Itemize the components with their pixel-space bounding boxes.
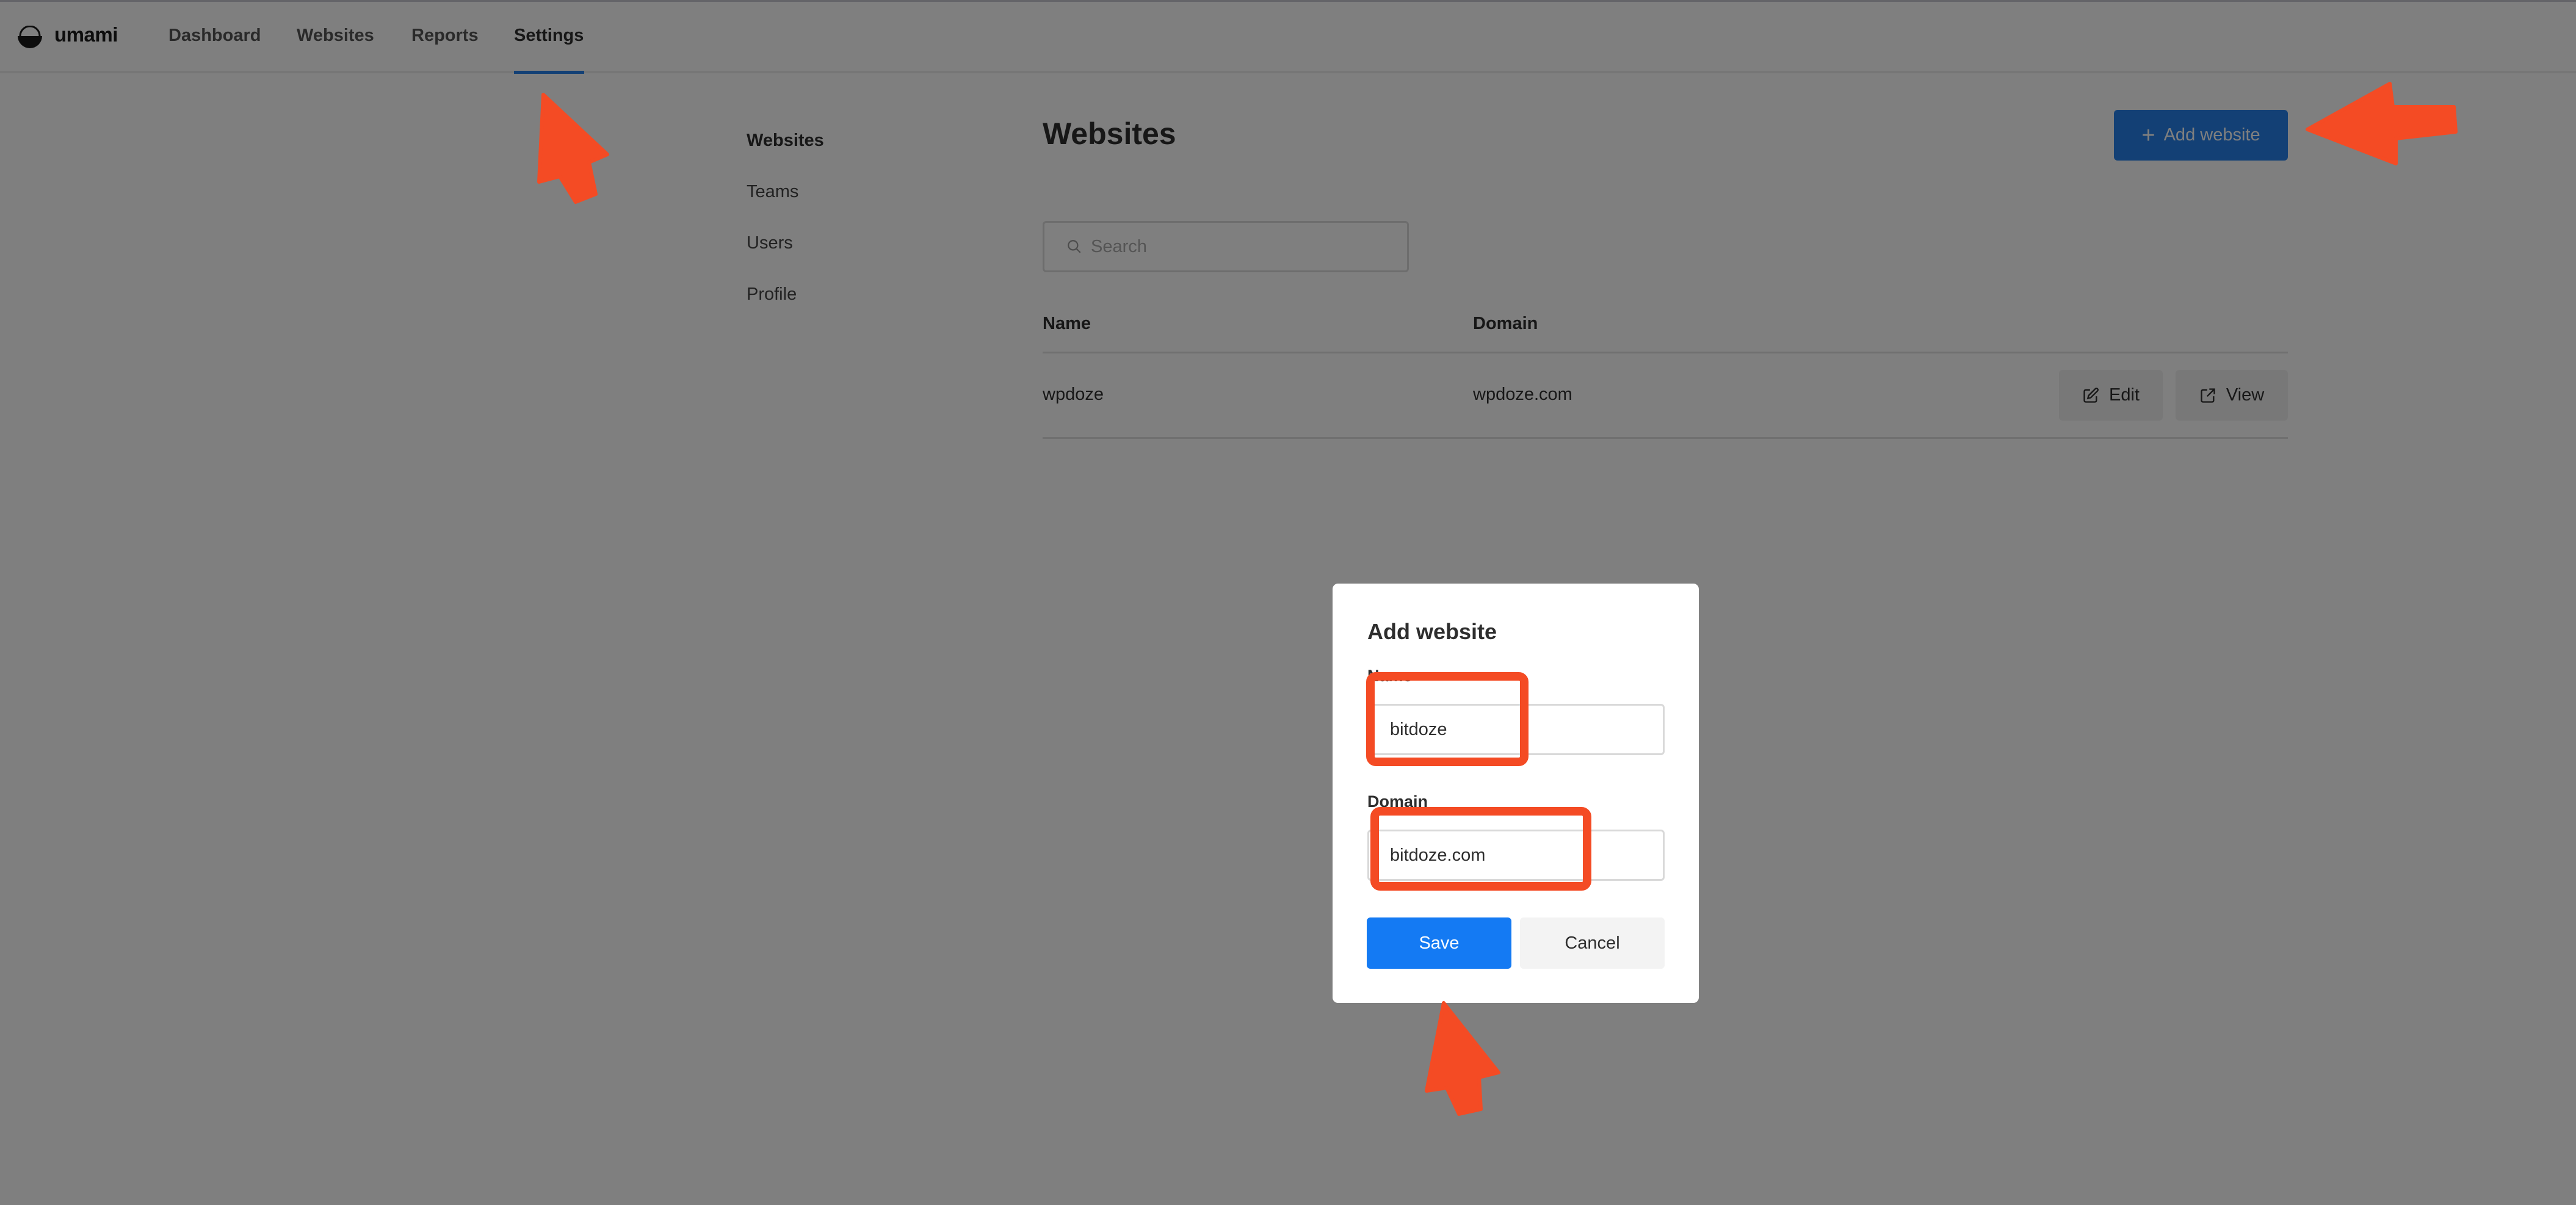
cancel-button[interactable]: Cancel [1520, 917, 1665, 969]
modal-backdrop[interactable] [0, 0, 2576, 1205]
name-field-highlight-box [1366, 672, 1529, 766]
dialog-title: Add website [1367, 619, 1497, 644]
add-website-dialog: Add website Name Domain Save Cancel [1333, 584, 1699, 1003]
save-button[interactable]: Save [1367, 917, 1511, 969]
domain-field-highlight-box [1370, 807, 1591, 891]
